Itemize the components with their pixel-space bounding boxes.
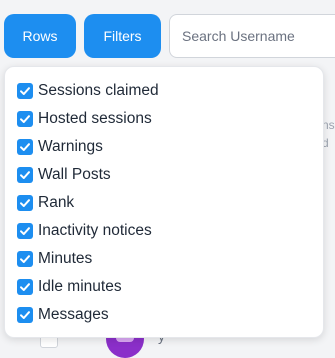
checkbox-checked[interactable] [17,279,33,295]
checkbox-checked[interactable] [17,167,33,183]
filter-option-label: Hosted sessions [38,110,152,127]
filter-option-warnings[interactable]: Warnings [5,133,323,161]
filter-option-wall-posts[interactable]: Wall Posts [5,161,323,189]
checkbox-checked[interactable] [17,307,33,323]
checkmark-icon [20,171,30,179]
filter-option-label: Rank [38,194,75,211]
filter-option-minutes[interactable]: Minutes [5,245,323,273]
filter-option-messages[interactable]: Messages [5,301,323,329]
filter-option-label: Minutes [38,250,93,267]
checkbox-checked[interactable] [17,223,33,239]
checkbox-checked[interactable] [17,251,33,267]
checkmark-icon [20,143,30,151]
checkbox-checked[interactable] [17,111,33,127]
checkmark-icon [20,87,30,95]
checkmark-icon [20,199,30,207]
filter-option-inactivity-notices[interactable]: Inactivity notices [5,217,323,245]
filter-option-label: Wall Posts [38,166,111,183]
filter-option-label: Inactivity notices [38,222,152,239]
checkmark-icon [20,115,30,123]
filters-dropdown: Sessions claimed Hosted sessions Warning… [4,66,324,338]
checkbox-checked[interactable] [17,83,33,99]
filter-option-idle-minutes[interactable]: Idle minutes [5,273,323,301]
filter-option-label: Sessions claimed [38,82,159,99]
toolbar: Rows Filters [0,0,335,64]
filter-option-rank[interactable]: Rank [5,189,323,217]
checkmark-icon [20,227,30,235]
filter-option-label: Idle minutes [38,278,122,295]
checkbox-checked[interactable] [17,139,33,155]
filters-button[interactable]: Filters [84,14,161,58]
filter-option-label: Messages [38,306,109,323]
checkmark-icon [20,311,30,319]
search-username-input[interactable] [169,14,335,58]
filter-option-hosted-sessions[interactable]: Hosted sessions [5,105,323,133]
checkmark-icon [20,283,30,291]
checkmark-icon [20,255,30,263]
filter-option-sessions-claimed[interactable]: Sessions claimed [5,77,323,105]
rows-button[interactable]: Rows [4,14,76,58]
filter-option-label: Warnings [38,138,103,155]
checkbox-checked[interactable] [17,195,33,211]
